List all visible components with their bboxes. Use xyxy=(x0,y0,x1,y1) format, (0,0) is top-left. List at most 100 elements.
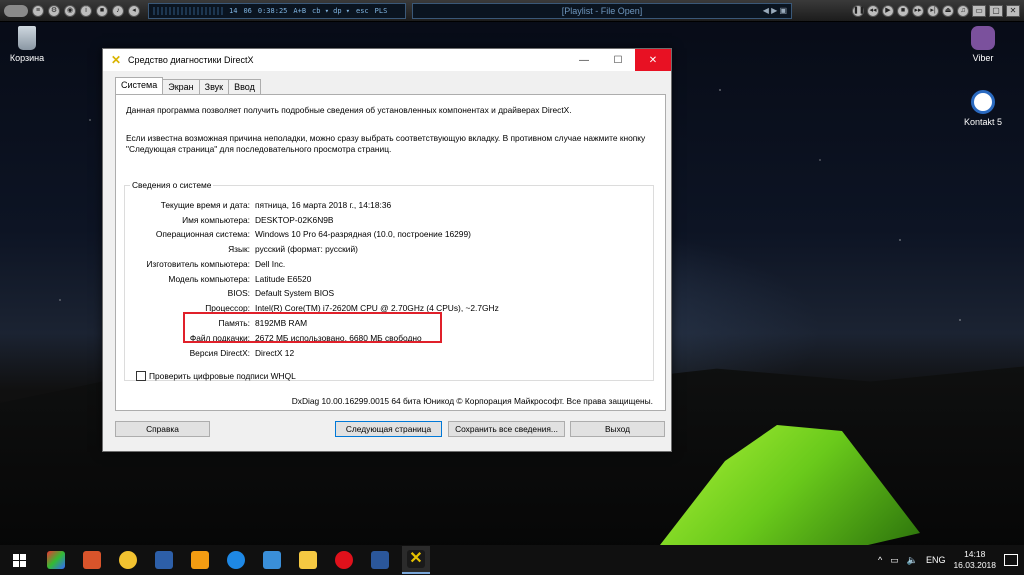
info-label: Изготовитель компьютера: xyxy=(146,259,250,269)
player-logo-icon[interactable] xyxy=(4,4,28,17)
copyright-text: DxDiag 10.00.16299.0015 64 бита Юникод ©… xyxy=(291,396,653,406)
playlist-controls-icon[interactable]: ◀ ▶ ▣ xyxy=(763,6,787,15)
whql-checkbox[interactable] xyxy=(136,371,146,381)
taskbar-app-opera[interactable] xyxy=(330,546,358,574)
whql-checkbox-row[interactable]: Проверить цифровые подписи WHQL xyxy=(136,371,296,381)
system-tray: ^ ▭ 🔈 ENG 14:18 16.03.2018 xyxy=(878,549,1024,571)
taskbar-app-explorer[interactable] xyxy=(294,546,322,574)
info-label: BIOS: xyxy=(227,288,250,298)
info-row: Имя компьютера: DESKTOP-02K6N9B xyxy=(125,215,648,229)
player-rewind-button[interactable]: ◂◂ xyxy=(867,4,879,17)
player-stop2-button[interactable]: ■ xyxy=(897,4,909,17)
player-settings-button[interactable]: ⚙ xyxy=(48,4,60,17)
opera-icon xyxy=(335,551,353,569)
desktop-icon-kontakt[interactable]: Kontakt 5 xyxy=(958,90,1008,127)
player-play-button[interactable]: ▶ xyxy=(882,4,894,17)
fl-studio-icon xyxy=(191,551,209,569)
info-value: DirectX 12 xyxy=(255,348,295,358)
info-value: пятница, 16 марта 2018 г., 14:18:36 xyxy=(255,200,392,210)
player-menu-button[interactable]: ≡ xyxy=(32,4,44,17)
player-maximize-button[interactable]: ▢ xyxy=(989,4,1003,17)
desktop-icon-viber[interactable]: Viber xyxy=(958,26,1008,63)
player-prev-button[interactable]: ◂ xyxy=(128,4,140,17)
info-row: BIOS: Default System BIOS xyxy=(125,288,648,302)
directx-icon: ✕ xyxy=(111,53,122,67)
close-button[interactable]: ✕ xyxy=(635,49,671,71)
playlist-title-bar[interactable]: [Playlist - File Open] ◀ ▶ ▣ xyxy=(412,2,792,19)
taskbar-app-camera[interactable] xyxy=(114,546,142,574)
desktop-icon-label: Kontakt 5 xyxy=(963,117,1003,127)
taskbar-app-kontakt[interactable] xyxy=(258,546,286,574)
brush-icon xyxy=(83,551,101,569)
volume-icon[interactable]: 🔈 xyxy=(907,555,918,566)
language-indicator[interactable]: ENG xyxy=(926,555,946,565)
start-button[interactable] xyxy=(0,545,38,575)
tab-system[interactable]: Система xyxy=(115,77,164,94)
taskbar-app-brush[interactable] xyxy=(78,546,106,574)
dxdiag-window: ✕ Средство диагностики DirectX — ☐ ✕ Сис… xyxy=(102,48,672,452)
playlist-title: [Playlist - File Open] xyxy=(561,5,643,16)
info-value: Default System BIOS xyxy=(255,288,335,298)
tray-chevron-icon[interactable]: ^ xyxy=(878,555,882,565)
network-icon[interactable]: ▭ xyxy=(890,555,899,566)
tab-sound[interactable]: Звук xyxy=(198,79,230,94)
desktop-icon-recycle-bin[interactable]: Корзина xyxy=(2,26,52,63)
kontakt-icon xyxy=(971,90,995,114)
info-row: Изготовитель компьютера: Dell Inc. xyxy=(125,259,648,273)
info-value: Latitude E6520 xyxy=(255,274,312,284)
info-value: Windows 10 Pro 64-разрядная (10.0, постр… xyxy=(255,229,471,239)
tab-bar: Система Экран Звук Ввод xyxy=(115,77,261,94)
window-titlebar[interactable]: ✕ Средство диагностики DirectX — ☐ ✕ xyxy=(103,49,671,71)
tab-input[interactable]: Ввод xyxy=(228,79,261,94)
player-ff-button[interactable]: ▸▸ xyxy=(912,4,924,17)
info-row: Язык: русский (формат: русский) xyxy=(125,244,648,258)
player-info-button[interactable]: i xyxy=(80,4,92,17)
windows-logo-icon xyxy=(12,553,26,567)
player-fx-button[interactable]: ♪ xyxy=(112,4,124,17)
player-minimize-button[interactable]: ▭ xyxy=(972,4,986,17)
group-title: Сведения о системе xyxy=(130,180,214,190)
player-next-button[interactable]: ▸| xyxy=(927,4,939,17)
next-page-button[interactable]: Следующая страница xyxy=(335,421,442,437)
player-info: A+B xyxy=(293,6,307,15)
taskbar-app-paint[interactable] xyxy=(42,546,70,574)
info-value: Dell Inc. xyxy=(255,259,286,269)
window-title: Средство диагностики DirectX xyxy=(128,55,254,65)
exit-button[interactable]: Выход xyxy=(570,421,665,437)
help-button[interactable]: Справка xyxy=(115,421,210,437)
clock[interactable]: 14:18 16.03.2018 xyxy=(953,549,996,571)
clock-date: 16.03.2018 xyxy=(953,560,996,570)
info-label: Операционная система: xyxy=(155,229,250,239)
taskbar-app-media[interactable] xyxy=(150,546,178,574)
player-vol-button[interactable]: ♫ xyxy=(957,4,969,17)
taskbar-app-directx[interactable]: ✕ xyxy=(402,546,430,574)
info-label: Имя компьютера: xyxy=(182,215,250,225)
notification-icon[interactable] xyxy=(1004,554,1018,566)
intro-text-2: Если известна возможная причина неполадк… xyxy=(126,133,646,154)
player-close-button[interactable]: ✕ xyxy=(1006,4,1020,17)
desktop-icon-label: Viber xyxy=(972,53,994,63)
directx-taskbar-icon: ✕ xyxy=(407,550,425,568)
tab-display[interactable]: Экран xyxy=(162,79,200,94)
minimize-button[interactable]: — xyxy=(567,49,601,71)
info-row: Операционная система: Windows 10 Pro 64-р… xyxy=(125,229,648,243)
player-eq-button[interactable]: ◉ xyxy=(64,4,76,17)
intro-text-1: Данная программа позволяет получить подр… xyxy=(126,105,572,115)
info-value: русский (формат: русский) xyxy=(255,244,358,254)
maximize-button[interactable]: ☐ xyxy=(601,49,635,71)
info-row: Версия DirectX: DirectX 12 xyxy=(125,348,648,362)
player-eject-button[interactable]: ⏏ xyxy=(942,4,954,17)
taskbar-app-ccleaner[interactable] xyxy=(222,546,250,574)
media-icon xyxy=(155,551,173,569)
taskbar-app-word[interactable] xyxy=(366,546,394,574)
player-extra: cb ▾ dp ▾ xyxy=(312,6,350,15)
player-esc: esc xyxy=(355,6,369,15)
taskbar: ✕ ^ ▭ 🔈 ENG 14:18 16.03.2018 xyxy=(0,545,1024,575)
recycle-bin-icon xyxy=(18,26,36,50)
info-label: Язык: xyxy=(228,244,250,254)
save-all-button[interactable]: Сохранить все сведения... xyxy=(448,421,565,437)
taskbar-app-fl[interactable] xyxy=(186,546,214,574)
player-stop-button[interactable]: ■ xyxy=(96,4,108,17)
player-pause-button[interactable]: ❚❚ xyxy=(852,4,865,17)
word-icon xyxy=(371,551,389,569)
